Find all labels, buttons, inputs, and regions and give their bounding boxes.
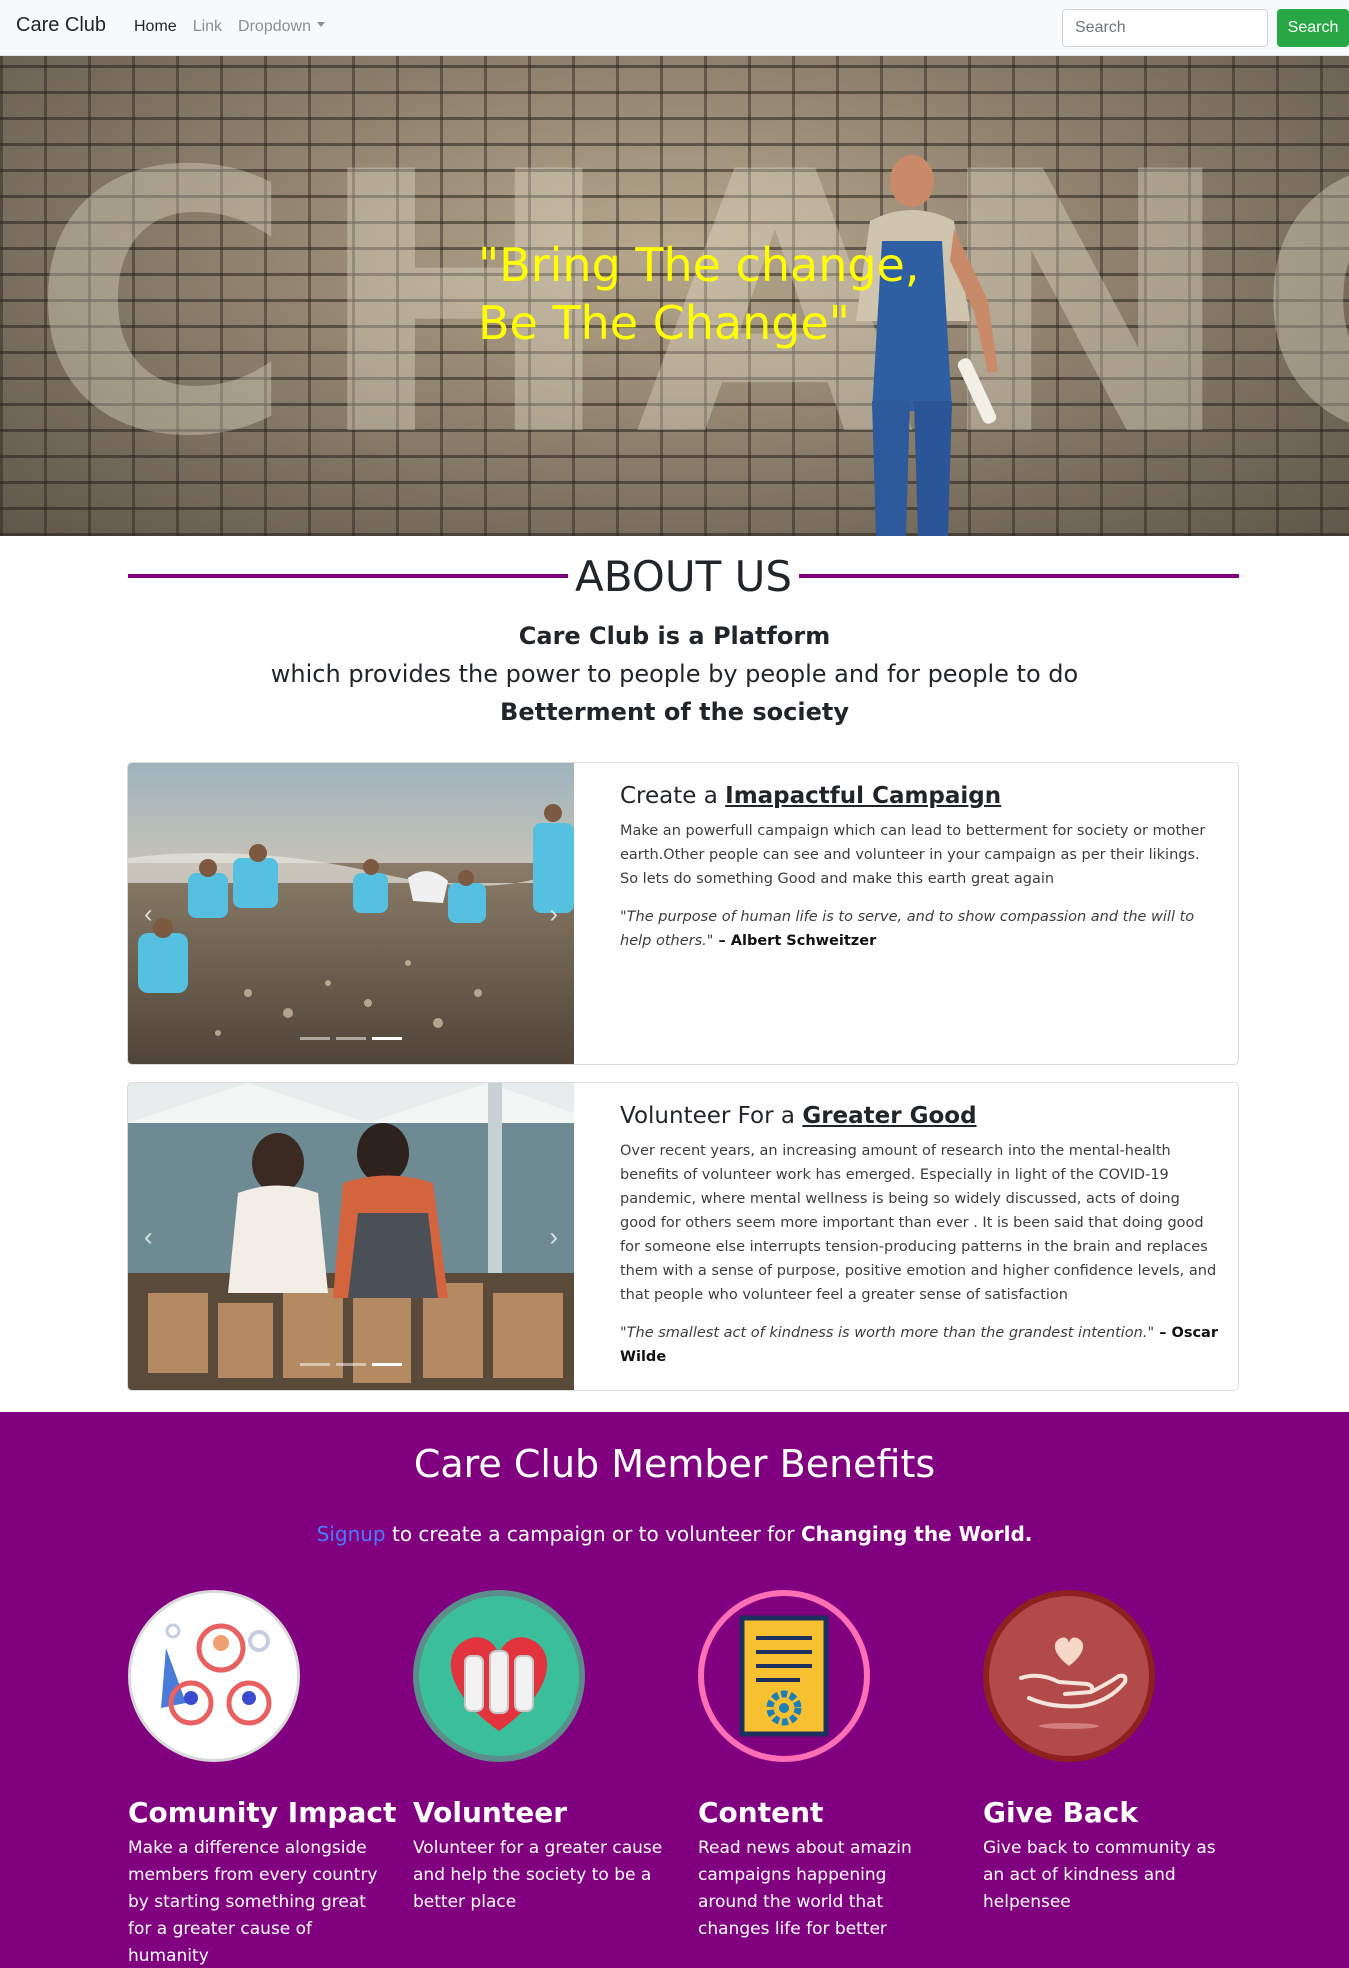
chevron-down-icon <box>316 22 325 28</box>
benefit-heading: Content <box>698 1796 824 1829</box>
benefits-title: Care Club Member Benefits <box>413 1442 936 1486</box>
campaign-card: ‹ › Create a Imapactful Campaign Make an… <box>127 762 1239 1065</box>
beach-cleanup-carousel: ‹ › <box>128 763 574 1064</box>
campaign-card-title-link[interactable]: Imapactful Campaign <box>725 783 1001 809</box>
hero-banner: CHANGE "Bring The change, Be The Change" <box>0 56 1349 536</box>
benefit-text: Read news about amazin campaigns happeni… <box>698 1838 912 1939</box>
carousel-next-icon[interactable]: › <box>549 898 558 929</box>
benefit-heading: Comunity Impact <box>128 1796 397 1829</box>
volunteer-hands-heart-icon <box>413 1590 585 1762</box>
carousel-indicator-active[interactable] <box>372 1037 402 1040</box>
member-benefits-section: Care Club Member Benefits Signup to crea… <box>0 1412 1349 1968</box>
nav-dropdown-label: Dropdown <box>238 18 311 35</box>
about-heading: ABOUT US <box>128 548 1239 604</box>
benefit-text: Make a difference alongside members from… <box>128 1838 378 1966</box>
volunteer-card-title-link[interactable]: Greater Good <box>802 1103 976 1129</box>
campaign-card-body: Create a Imapactful Campaign Make an pow… <box>620 783 1220 953</box>
campaign-quote-text: "The purpose of human life is to serve, … <box>620 909 1195 949</box>
carousel-indicators <box>300 1363 402 1366</box>
carousel-next-icon[interactable]: › <box>549 1221 558 1252</box>
content-document-icon <box>698 1590 870 1762</box>
volunteer-card: ‹ › Volunteer For a Greater Good Over re… <box>127 1082 1239 1391</box>
benefits-subtitle-bold: Changing the World. <box>800 1522 1033 1546</box>
about-tagline-1: Care Club is a Platform <box>518 622 831 650</box>
nav-home-link[interactable]: Home <box>126 18 185 36</box>
campaign-card-text: Make an powerfull campaign which can lea… <box>620 823 1206 887</box>
hero-quote-line-2: Be The Change" <box>478 296 850 350</box>
campaign-card-title-prefix: Create a <box>620 783 726 809</box>
benefit-content: Content Read news about amazin campaigns… <box>698 1590 948 1943</box>
benefit-heading: Give Back <box>983 1796 1139 1829</box>
benefit-text: Volunteer for a greater cause and help t… <box>413 1838 663 1912</box>
brand-link[interactable]: Care Club <box>16 14 106 37</box>
volunteer-image <box>128 1083 574 1390</box>
volunteer-card-body: Volunteer For a Greater Good Over recent… <box>620 1103 1220 1369</box>
volunteer-card-text: Over recent years, an increasing amount … <box>620 1143 1217 1303</box>
campaign-card-title: Create a Imapactful Campaign <box>620 783 1220 809</box>
about-tagline-3: Betterment of the society <box>500 698 849 726</box>
nav-links: Home Link Dropdown <box>126 18 333 36</box>
volunteer-card-title-prefix: Volunteer For a <box>620 1103 803 1129</box>
volunteer-card-quote: "The smallest act of kindness is worth m… <box>620 1321 1220 1369</box>
search-input[interactable] <box>1062 9 1268 47</box>
benefit-text: Give back to community as an act of kind… <box>983 1838 1216 1912</box>
benefit-community-impact: Comunity Impact Make a difference alongs… <box>128 1590 397 1968</box>
volunteer-card-title: Volunteer For a Greater Good <box>620 1103 1220 1129</box>
beach-cleanup-image <box>128 763 574 1064</box>
carousel-prev-icon[interactable]: ‹ <box>144 1221 153 1252</box>
community-impact-icon <box>128 1590 300 1762</box>
campaign-quote-author: – Albert Schweitzer <box>713 933 877 949</box>
carousel-indicator[interactable] <box>300 1037 330 1040</box>
hero-quote-line-1: "Bring The change, <box>478 238 920 292</box>
navbar: Care Club Home Link Dropdown Search <box>0 0 1349 56</box>
give-back-hand-heart-icon <box>983 1590 1155 1762</box>
volunteer-carousel: ‹ › <box>128 1083 574 1390</box>
nav-link-link[interactable]: Link <box>185 18 230 36</box>
about-tagline-2: which provides the power to people by pe… <box>270 660 1079 688</box>
carousel-indicator-active[interactable] <box>372 1363 402 1366</box>
carousel-indicator[interactable] <box>336 1363 366 1366</box>
benefits-subtitle: Signup to create a campaign or to volunt… <box>0 1522 1349 1546</box>
signup-link[interactable]: Signup <box>317 1522 386 1546</box>
benefit-volunteer: Volunteer Volunteer for a greater cause … <box>413 1590 663 1916</box>
campaign-card-quote: "The purpose of human life is to serve, … <box>620 905 1220 953</box>
search-button[interactable]: Search <box>1277 9 1349 47</box>
volunteer-quote-text: "The smallest act of kindness is worth m… <box>620 1325 1155 1341</box>
carousel-indicator[interactable] <box>336 1037 366 1040</box>
carousel-indicators <box>300 1037 402 1040</box>
carousel-indicator[interactable] <box>300 1363 330 1366</box>
about-divider-right <box>799 574 1239 578</box>
nav-dropdown[interactable]: Dropdown <box>230 18 333 36</box>
benefit-give-back: Give Back Give back to community as an a… <box>983 1590 1233 1916</box>
carousel-prev-icon[interactable]: ‹ <box>144 898 153 929</box>
benefits-subtitle-text: to create a campaign or to volunteer for <box>385 1522 801 1546</box>
benefit-heading: Volunteer <box>413 1796 568 1829</box>
hero-quote: "Bring The change, Be The Change" <box>478 236 919 352</box>
